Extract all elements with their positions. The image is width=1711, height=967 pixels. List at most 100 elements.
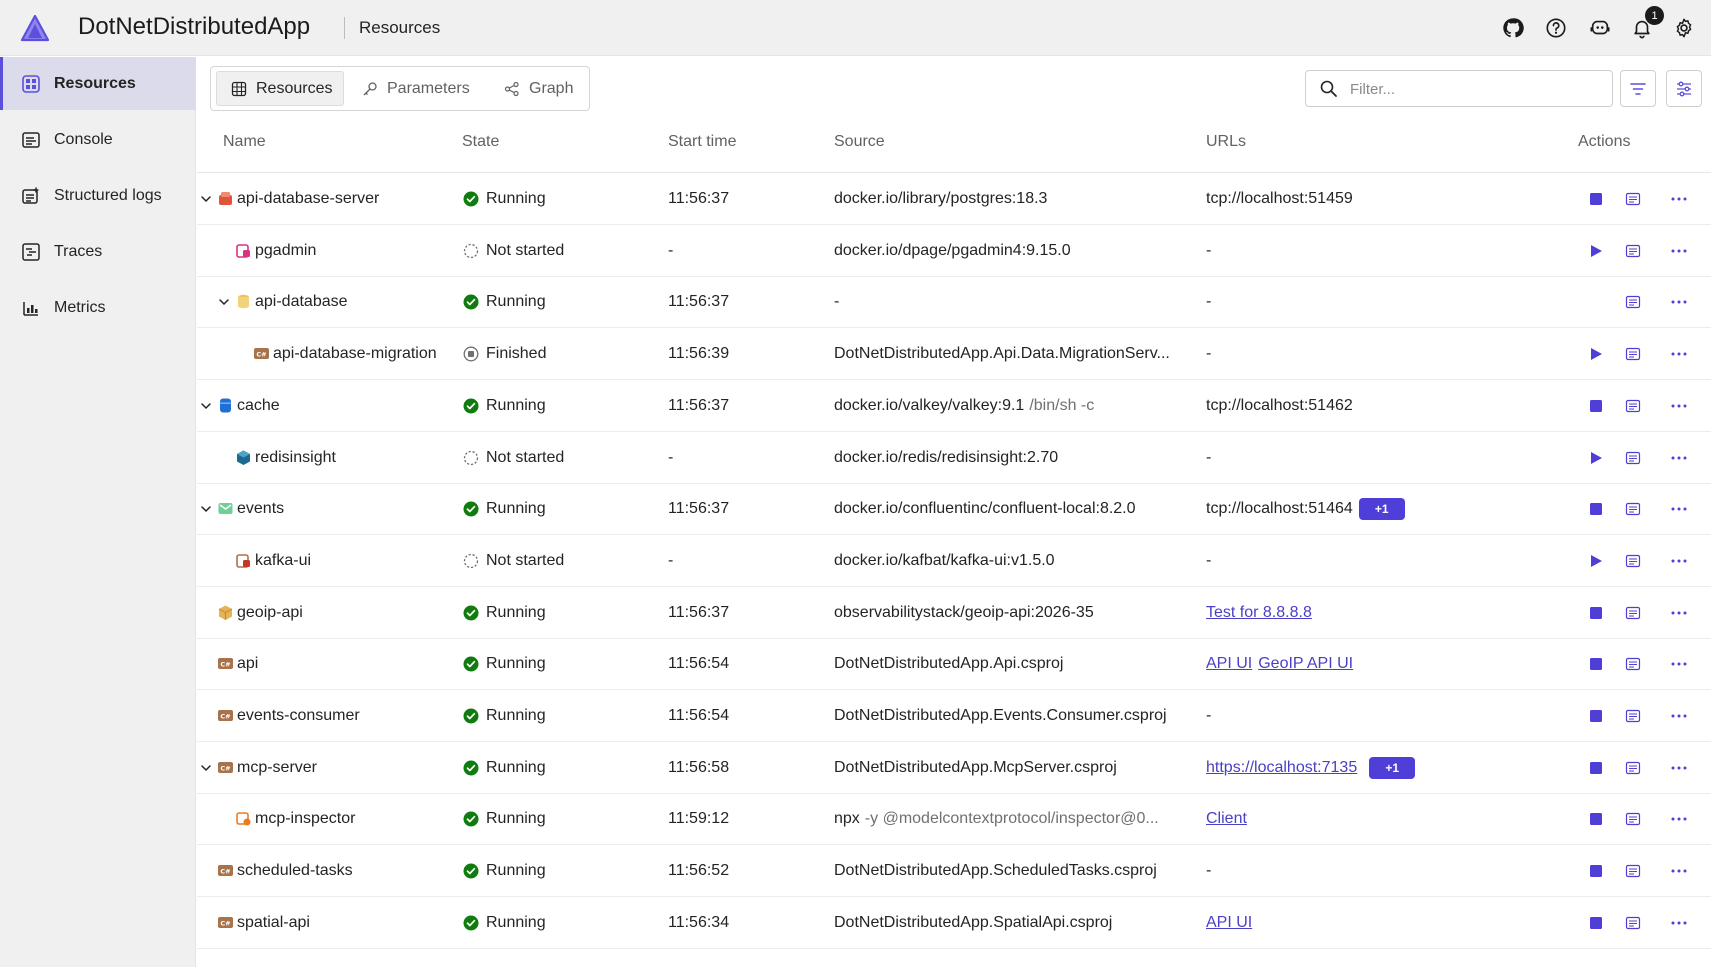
more-actions-button[interactable] — [1669, 344, 1689, 364]
stop-button[interactable] — [1586, 809, 1606, 829]
console-logs-button[interactable] — [1623, 499, 1643, 519]
sidebar-item-label: Metrics — [54, 298, 106, 316]
aspire-logo-icon[interactable] — [20, 14, 50, 42]
resource-name[interactable]: spatial-api — [237, 897, 310, 949]
stop-button[interactable] — [1586, 654, 1606, 674]
console-logs-button[interactable] — [1623, 861, 1643, 881]
more-actions-button[interactable] — [1669, 809, 1689, 829]
resource-name[interactable]: kafka-ui — [255, 535, 311, 587]
app-title[interactable]: DotNetDistributedApp — [78, 13, 310, 41]
console-logs-button[interactable] — [1623, 551, 1643, 571]
more-urls-badge[interactable]: +1 — [1358, 498, 1405, 521]
resource-name[interactable]: cache — [237, 380, 280, 432]
console-logs-button[interactable] — [1623, 706, 1643, 726]
chevron-down-icon[interactable] — [199, 192, 213, 206]
more-actions-button[interactable] — [1669, 189, 1689, 209]
console-logs-button[interactable] — [1623, 189, 1643, 209]
column-header-source[interactable]: Source — [834, 133, 885, 151]
start-button[interactable] — [1586, 344, 1606, 364]
sidebar-item-metrics[interactable]: Metrics — [0, 281, 196, 334]
column-header-state[interactable]: State — [462, 133, 499, 151]
chevron-down-icon[interactable] — [217, 295, 231, 309]
chevron-down-icon[interactable] — [199, 761, 213, 775]
console-logs-button[interactable] — [1623, 654, 1643, 674]
start-button[interactable] — [1586, 241, 1606, 261]
url-link[interactable]: Test for 8.8.8.8 — [1206, 604, 1312, 622]
resource-name[interactable]: api-database-migration — [273, 328, 437, 380]
more-actions-button[interactable] — [1669, 448, 1689, 468]
url-link[interactable]: API UI — [1206, 914, 1252, 932]
more-actions-button[interactable] — [1669, 241, 1689, 261]
github-icon[interactable] — [1500, 15, 1526, 41]
copilot-icon[interactable] — [1587, 15, 1613, 41]
filter-input[interactable] — [1350, 78, 1600, 100]
more-actions-button[interactable] — [1669, 758, 1689, 778]
console-logs-button[interactable] — [1623, 396, 1643, 416]
resource-name[interactable]: pgadmin — [255, 225, 316, 277]
more-actions-button[interactable] — [1669, 603, 1689, 623]
stop-button[interactable] — [1586, 396, 1606, 416]
start-button[interactable] — [1586, 448, 1606, 468]
stop-button[interactable] — [1586, 758, 1606, 778]
column-header-start-time[interactable]: Start time — [668, 133, 736, 151]
url-link[interactable]: API UI — [1206, 655, 1252, 673]
stop-button[interactable] — [1586, 706, 1606, 726]
chevron-down-icon[interactable] — [199, 502, 213, 516]
console-logs-button[interactable] — [1623, 603, 1643, 623]
tab-resources[interactable]: Resources — [216, 71, 344, 106]
console-logs-button[interactable] — [1623, 448, 1643, 468]
more-actions-button[interactable] — [1669, 706, 1689, 726]
url-text: tcp://localhost:51464 — [1206, 500, 1353, 518]
more-actions-button[interactable] — [1669, 654, 1689, 674]
console-logs-button[interactable] — [1623, 809, 1643, 829]
column-settings-button[interactable] — [1666, 70, 1702, 107]
resource-name[interactable]: redisinsight — [255, 432, 336, 484]
start-button[interactable] — [1586, 551, 1606, 571]
resource-name[interactable]: api — [237, 638, 258, 690]
console-logs-button[interactable] — [1623, 292, 1643, 312]
more-urls-badge[interactable]: +1 — [1369, 756, 1416, 779]
settings-gear-icon[interactable] — [1671, 15, 1697, 41]
console-logs-button[interactable] — [1623, 241, 1643, 261]
sidebar-item-resources[interactable]: Resources — [0, 57, 196, 110]
resource-name[interactable]: api-database-server — [237, 173, 379, 225]
resource-name[interactable]: geoip-api — [237, 587, 303, 639]
source-text: docker.io/confluentinc/confluent-local:8… — [834, 500, 1136, 518]
tab-graph[interactable]: Graph — [504, 71, 584, 106]
stop-button[interactable] — [1586, 189, 1606, 209]
resource-name[interactable]: mcp-server — [237, 742, 317, 794]
sidebar-item-traces[interactable]: Traces — [0, 225, 196, 278]
more-actions-button[interactable] — [1669, 499, 1689, 519]
resource-name[interactable]: api-database — [255, 276, 348, 328]
stop-button[interactable] — [1586, 499, 1606, 519]
url-link[interactable]: https://localhost:7135 — [1206, 759, 1357, 777]
console-logs-button[interactable] — [1623, 758, 1643, 778]
filter-options-button[interactable] — [1620, 70, 1656, 107]
help-icon[interactable] — [1543, 15, 1569, 41]
more-actions-button[interactable] — [1669, 551, 1689, 571]
stop-button[interactable] — [1586, 603, 1606, 623]
more-actions-button[interactable] — [1669, 861, 1689, 881]
resource-name[interactable]: mcp-inspector — [255, 793, 355, 845]
more-actions-button[interactable] — [1669, 292, 1689, 312]
stop-button[interactable] — [1586, 861, 1606, 881]
resource-name[interactable]: scheduled-tasks — [237, 845, 353, 897]
console-logs-button[interactable] — [1623, 344, 1643, 364]
stop-button[interactable] — [1586, 913, 1606, 933]
chevron-down-icon[interactable] — [199, 399, 213, 413]
more-actions-button[interactable] — [1669, 396, 1689, 416]
urls-cell: Test for 8.8.8.8 — [1206, 587, 1318, 639]
url-link[interactable]: Client — [1206, 810, 1247, 828]
resource-name[interactable]: events — [237, 483, 284, 535]
resource-name[interactable]: events-consumer — [237, 690, 360, 742]
column-header-urls[interactable]: URLs — [1206, 133, 1246, 151]
sidebar-item-structured-logs[interactable]: Structured logs — [0, 169, 196, 222]
column-header-name[interactable]: Name — [223, 133, 266, 151]
more-actions-button[interactable] — [1669, 913, 1689, 933]
sidebar-item-console[interactable]: Console — [0, 113, 196, 166]
source-text: DotNetDistributedApp.Api.csproj — [834, 655, 1064, 673]
url-link[interactable]: GeoIP API UI — [1258, 655, 1353, 673]
console-logs-button[interactable] — [1623, 913, 1643, 933]
ellipsis-icon — [1671, 456, 1687, 459]
tab-parameters[interactable]: Parameters — [362, 71, 486, 106]
